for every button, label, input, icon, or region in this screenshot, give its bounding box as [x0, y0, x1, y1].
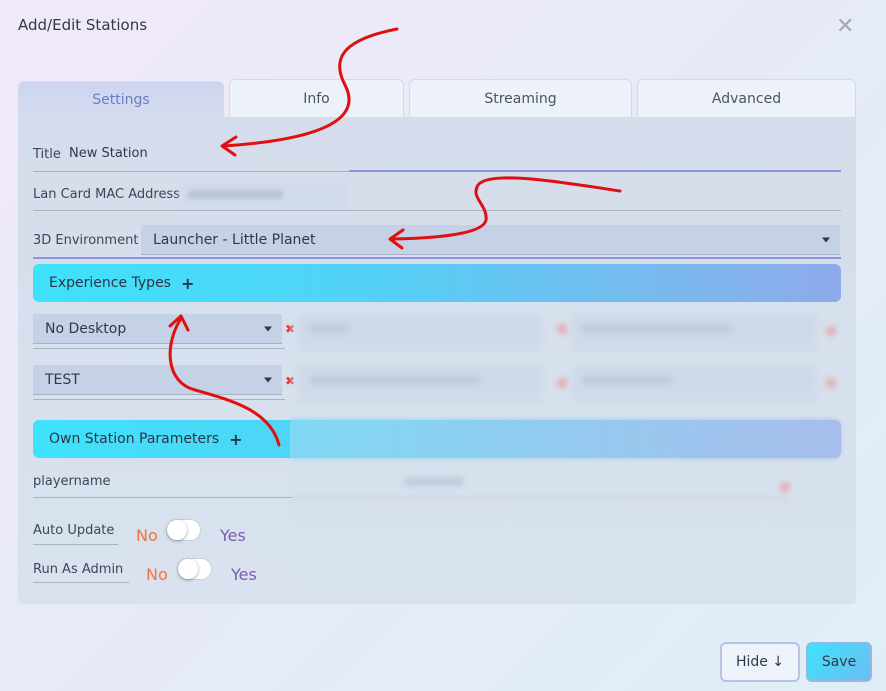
experience-type-value-2: TEST: [45, 371, 80, 388]
tab-streaming[interactable]: Streaming: [409, 79, 632, 118]
auto-update-no: No: [136, 526, 158, 545]
auto-update-label: Auto Update: [33, 523, 115, 538]
title-input[interactable]: New Station: [69, 146, 148, 161]
title-label: Title: [33, 147, 61, 162]
mac-label: Lan Card MAC Address: [33, 187, 180, 202]
experience-type-underline-2: [33, 399, 285, 400]
redacted-veil: [290, 302, 856, 604]
param-name: playername: [33, 474, 111, 489]
experience-types-bar: Experience Types +: [33, 264, 841, 302]
save-button[interactable]: Save: [806, 642, 872, 682]
own-params-header: Own Station Parameters: [49, 431, 220, 447]
tab-info[interactable]: Info: [229, 79, 404, 118]
tab-advanced[interactable]: Advanced: [637, 79, 856, 118]
add-experience-type-button[interactable]: +: [181, 274, 194, 293]
tab-settings[interactable]: Settings: [18, 81, 224, 118]
chevron-down-icon: [264, 377, 272, 382]
run-as-admin-toggle[interactable]: [177, 558, 212, 580]
auto-update-yes: Yes: [220, 526, 246, 545]
close-icon[interactable]: ✕: [836, 16, 854, 38]
mac-input[interactable]: [180, 181, 348, 209]
experience-type-select-1[interactable]: No Desktop: [33, 314, 282, 344]
param-underline: [33, 497, 293, 498]
add-parameter-button[interactable]: +: [229, 430, 242, 449]
experience-types-header: Experience Types: [49, 275, 171, 291]
run-as-admin-label: Run As Admin: [33, 562, 124, 577]
run-as-admin-no: No: [146, 565, 168, 584]
chevron-down-icon: [264, 326, 272, 331]
toggle-knob: [167, 520, 187, 540]
env-underline: [33, 257, 841, 259]
experience-type-underline-1: [33, 348, 285, 349]
toggle-knob: [178, 559, 198, 579]
title-underline: [33, 171, 349, 172]
env-select-value: Launcher - Little Planet: [153, 231, 316, 248]
experience-type-select-2[interactable]: TEST: [33, 365, 282, 395]
env-label: 3D Environment: [33, 233, 139, 248]
hide-button[interactable]: Hide ↓: [720, 642, 800, 682]
mac-underline: [33, 210, 841, 211]
auto-update-toggle[interactable]: [166, 519, 201, 541]
title-underline-accent: [349, 170, 841, 172]
dialog-title: Add/Edit Stations: [18, 16, 148, 34]
chevron-down-icon: [822, 237, 830, 242]
env-select[interactable]: Launcher - Little Planet: [141, 225, 840, 255]
auto-update-underline: [33, 544, 118, 545]
run-as-admin-underline: [33, 582, 129, 583]
run-as-admin-yes: Yes: [231, 565, 257, 584]
tab-bar: Settings Info Streaming Advanced: [18, 79, 856, 118]
experience-type-value-1: No Desktop: [45, 320, 127, 337]
